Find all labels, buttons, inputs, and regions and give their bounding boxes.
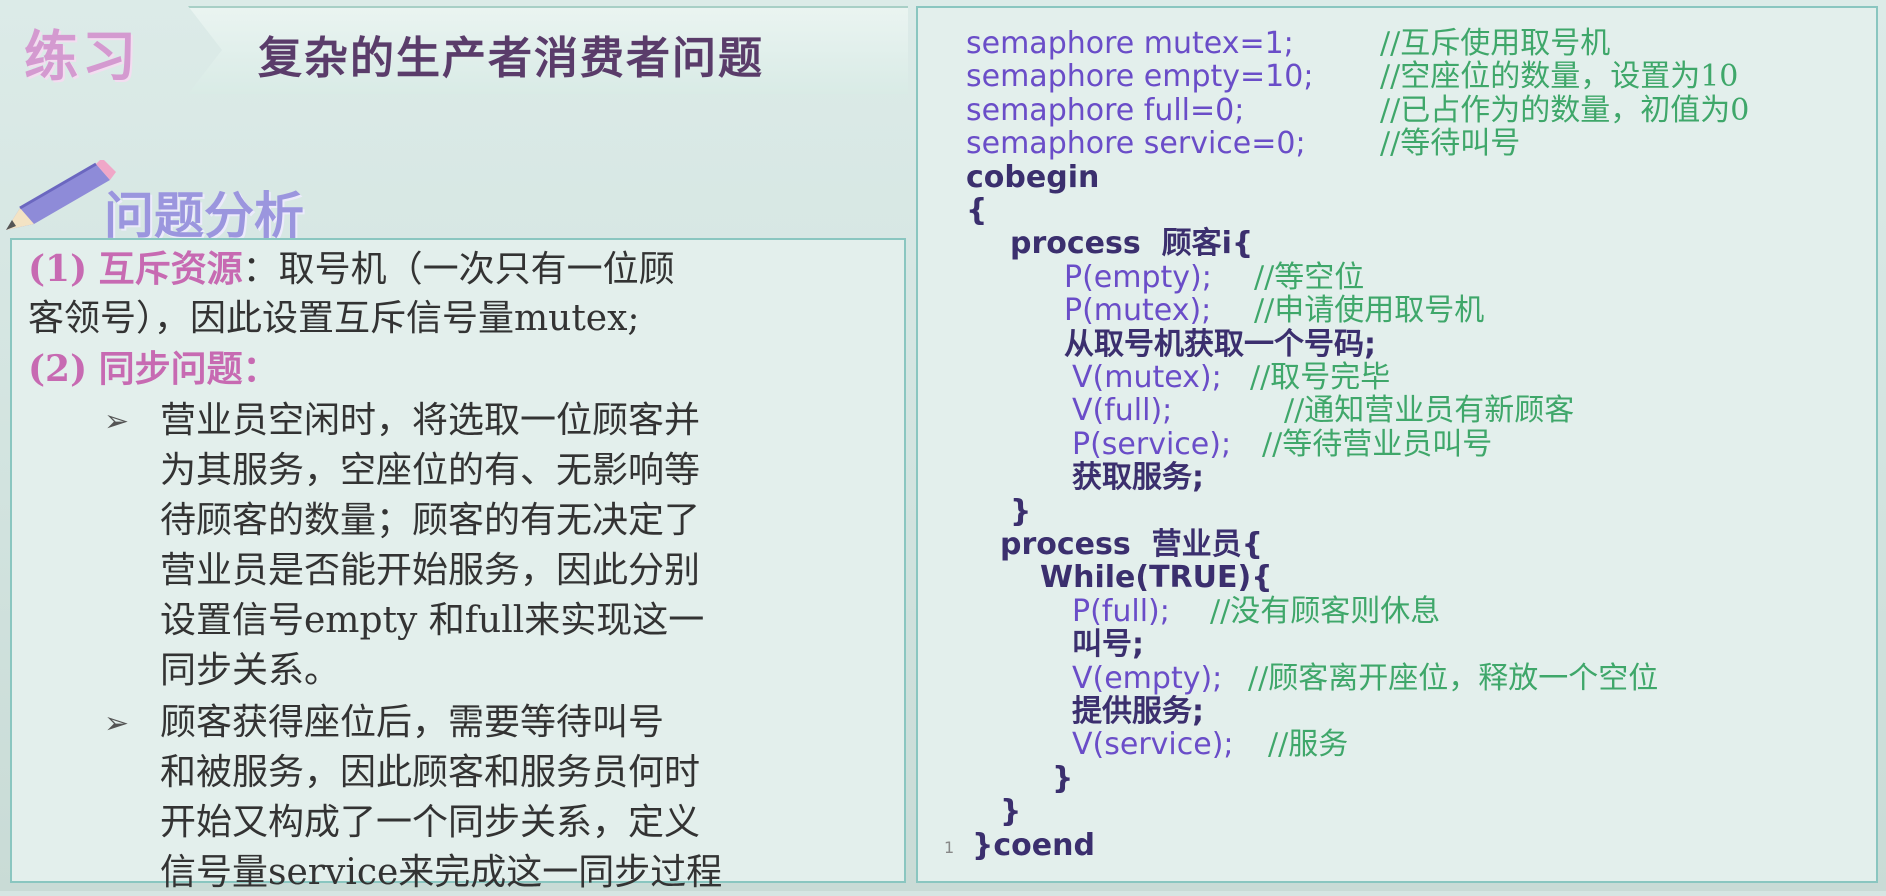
code-comment: //顾客离开座位，释放一个空位 [1248,661,1659,696]
code-comment: //取号完毕 [1250,360,1391,395]
code-line: process 顾客i{ [1010,226,1254,261]
code-comment: //已占作为的数量，初值为0 [1380,93,1750,128]
code-comment: //等待叫号 [1380,126,1521,161]
code-line: } [1000,794,1022,829]
code-line: V(empty); [1072,661,1223,696]
code-line: P(full); [1072,594,1170,629]
code-line: semaphore empty=10; [966,59,1314,94]
code-comment: //等空位 [1254,260,1365,295]
code-comment: //空座位的数量，设置为10 [1380,59,1739,94]
code-line: cobegin [966,160,1100,195]
slide-title: 复杂的生产者消费者问题 [258,33,764,84]
code-comment: //服务 [1268,727,1349,762]
bullet-arrow-icon: ➢ [104,404,130,439]
analysis-line-1: (1) 互斥资源：取号机（一次只有一位顾 [28,246,888,293]
pencil-icon [6,160,116,230]
code-line: 提供服务; [1072,694,1204,729]
code-line: process 营业员{ [1000,527,1263,562]
analysis-line-11: 和被服务，因此顾客和服务员何时 [160,752,701,793]
analysis-line-10: 顾客获得座位后，需要等待叫号 [160,702,665,743]
bullet-arrow-icon: ➢ [104,706,130,741]
code-line: semaphore full=0; [966,93,1245,128]
item-number: (2) [28,348,88,390]
analysis-line-8: 设置信号empty 和full来实现这一 [160,600,705,641]
code-line: semaphore mutex=1; [966,26,1294,61]
code-line: V(service); [1072,727,1234,762]
code-line: 从取号机获取一个号码; [1064,327,1376,362]
analysis-text: ： [242,348,279,390]
exercise-tag: 练习 [24,25,140,88]
analysis-line-6: 待顾客的数量；顾客的有无决定了 [160,500,701,541]
code-line: V(full); [1072,393,1173,428]
code-line: While(TRUE){ [1040,560,1273,595]
code-line: V(mutex); [1072,360,1222,395]
analysis-line-3: (2) 同步问题： [28,346,888,393]
code-comment: //等待营业员叫号 [1262,427,1493,462]
code-line: } [1010,494,1032,529]
code-comment: //互斥使用取号机 [1380,26,1611,61]
analysis-line-9: 同步关系。 [160,650,341,691]
item-number: (1) [28,248,88,290]
code-line: 获取服务; [1072,460,1204,495]
code-line: }coend [972,828,1095,863]
code-comment: //没有顾客则休息 [1210,594,1441,629]
code-comment: //通知营业员有新顾客 [1284,393,1575,428]
code-line: P(mutex); [1064,293,1212,328]
code-line: 叫号; [1072,627,1144,662]
analysis-line-12: 开始又构成了一个同步关系，定义 [160,802,701,843]
analysis-text: ：取号机（一次只有一位顾 [242,249,675,290]
analysis-line-5: 为其服务，空座位的有、无影响等 [160,450,701,491]
code-line: P(empty); [1064,260,1212,295]
sync-problem-label: 同步问题 [98,348,243,390]
code-line: } [1052,761,1074,796]
code-comment: //申请使用取号机 [1254,293,1485,328]
page-number: 1 [944,838,955,857]
code-line: { [966,193,988,228]
analysis-line-4: 营业员空闲时，将选取一位顾客并 [160,400,701,441]
code-line: P(service); [1072,427,1232,462]
analysis-line-2: 客领号），因此设置互斥信号量mutex; [28,298,640,339]
mutex-resource-label: 互斥资源 [98,248,243,290]
code-line: semaphore service=0; [966,126,1306,161]
analysis-line-13: 信号量service来完成这一同步过程 [160,852,723,893]
analysis-line-7: 营业员是否能开始服务，因此分别 [160,550,701,591]
